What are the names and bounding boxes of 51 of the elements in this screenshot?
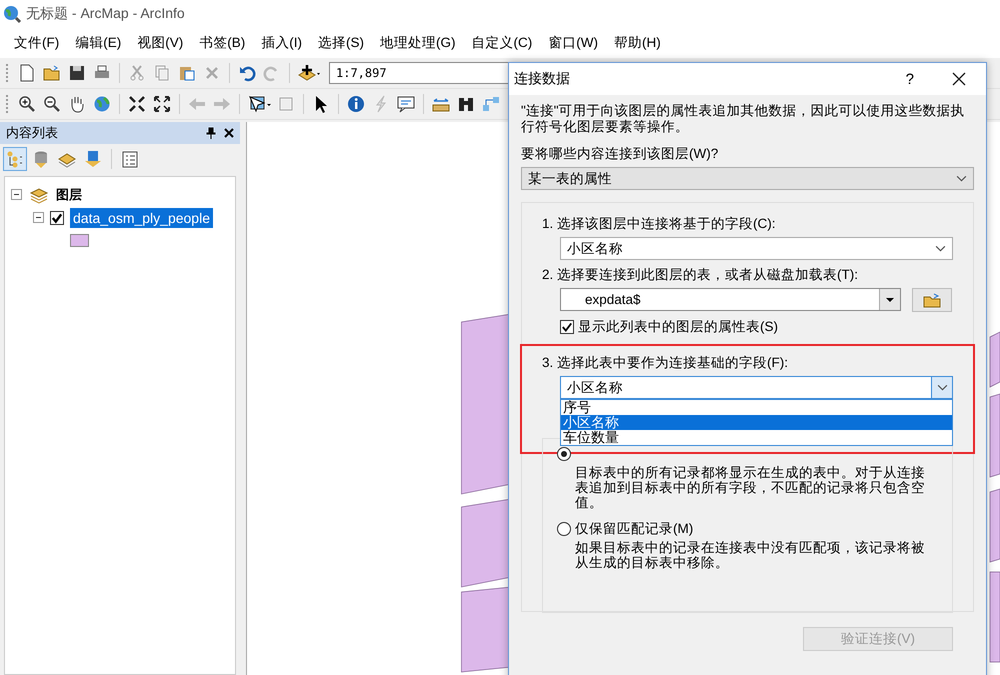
chevron-down-icon (956, 175, 967, 182)
layer-group-label[interactable]: 图层 (56, 186, 82, 204)
menu-item[interactable]: 地理处理(G) (374, 31, 462, 55)
menu-item[interactable]: 窗口(W) (542, 31, 604, 55)
menu-item[interactable]: 文件(F) (8, 31, 66, 55)
dropdown-option[interactable]: 车位数量 (561, 430, 952, 445)
pin-icon[interactable] (206, 127, 216, 139)
close-icon[interactable] (224, 127, 234, 139)
menu-item[interactable]: 视图(V) (131, 31, 190, 55)
field-label: 3. 选择此表中要作为连接基础的字段(F): (542, 354, 789, 372)
dropdown-option[interactable]: 序号 (561, 400, 952, 415)
window-title: 无标题 - ArcMap - ArcInfo (26, 5, 185, 23)
info-icon[interactable] (345, 93, 367, 115)
close-icon[interactable] (952, 72, 966, 86)
description-text: "连接"可用于向该图层的属性表追加其他数据，因此可以使用这些数据执行符号化图层要素等操作。 (521, 103, 966, 135)
option-description: 如果目标表中的记录在连接表中没有匹配项，该记录将被从生成的目标表中移除。 (575, 540, 926, 570)
app-globe-icon (2, 4, 22, 24)
menu-item[interactable]: 书签(B) (193, 31, 252, 55)
caret-icon (885, 296, 895, 302)
field-label: 要将哪些内容连接到该图层(W)? (521, 145, 720, 163)
dropdown-button[interactable] (879, 289, 900, 310)
menu-item[interactable]: 自定义(C) (466, 31, 538, 55)
radio-label[interactable]: 仅保留匹配记录(M) (575, 520, 694, 538)
zoom-out-arrows-icon[interactable] (151, 93, 173, 115)
menu-item[interactable]: 插入(I) (255, 31, 308, 55)
list-by-drawing-order-icon[interactable] (4, 148, 26, 170)
layer-field-dropdown[interactable]: 小区名称 (560, 237, 953, 260)
select-features-icon[interactable] (246, 93, 272, 115)
checkbox-label[interactable]: 显示此列表中的图层的属性表(S) (578, 318, 778, 336)
join-source-dropdown[interactable]: 某一表的属性 (521, 167, 974, 190)
layer-label[interactable]: data_osm_ply_people (70, 208, 213, 228)
radio-button[interactable] (557, 522, 571, 536)
help-button[interactable]: ? (906, 70, 914, 88)
layer-checkbox[interactable] (50, 210, 64, 224)
menu-item[interactable]: 选择(S) (312, 31, 370, 55)
panel-title: 内容列表 (6, 124, 58, 142)
join-field-dropdown[interactable]: 小区名称 (560, 376, 953, 399)
collapse-icon[interactable] (11, 189, 22, 200)
checkbox[interactable] (560, 320, 574, 334)
field-label: 2. 选择要连接到此图层的表，或者从磁盘加载表(T): (542, 266, 859, 284)
radio-button[interactable] (557, 447, 571, 461)
join-table-dropdown[interactable]: expdata$ (560, 288, 901, 311)
menu-item[interactable]: 编辑(E) (69, 31, 128, 55)
dropdown-option[interactable]: 小区名称 (561, 415, 952, 430)
chevron-down-icon (935, 245, 946, 252)
field-label: 1. 选择该图层中连接将基于的字段(C): (542, 215, 777, 233)
collapse-icon[interactable] (33, 212, 44, 223)
chevron-down-icon (936, 384, 948, 391)
open-folder-icon[interactable] (911, 288, 953, 312)
menu-item[interactable]: 帮助(H) (608, 31, 667, 55)
option-description: 目标表中的所有记录都将显示在生成的表中。对于从连接表追加到目标表中的所有字段，不匹配的记录将只包含空值。 (575, 465, 926, 510)
